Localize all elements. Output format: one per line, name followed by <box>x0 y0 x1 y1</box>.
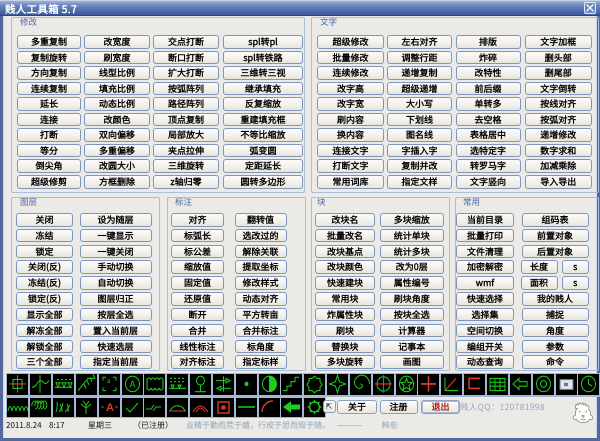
svg-text:a: a <box>107 376 111 385</box>
svg-text:A: A <box>129 376 136 391</box>
svg-text:A: A <box>106 399 114 415</box>
